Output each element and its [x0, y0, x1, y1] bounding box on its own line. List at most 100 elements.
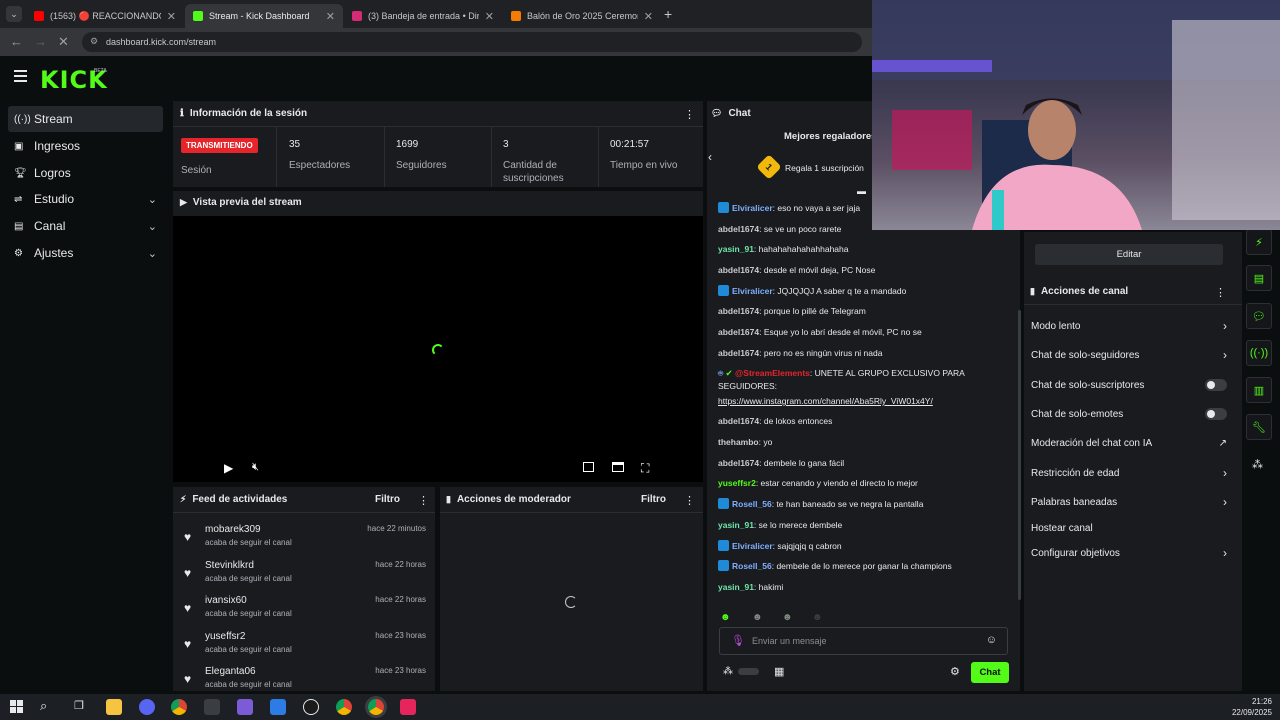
- toggle-switch[interactable]: [1205, 408, 1227, 420]
- gear-icon[interactable]: ⚙: [950, 665, 960, 678]
- taskbar-clock[interactable]: 21:26 22/09/2025: [1232, 696, 1272, 718]
- more-options-icon[interactable]: ⋮: [684, 108, 695, 121]
- browser-tab-instagram[interactable]: (3) Bandeja de entrada • Direct ✕: [344, 4, 502, 28]
- pip-icon[interactable]: [583, 462, 594, 472]
- tiktok-icon[interactable]: [400, 699, 416, 715]
- chat-send-button[interactable]: Chat: [971, 662, 1009, 683]
- more-options-icon[interactable]: ⋮: [684, 494, 695, 507]
- filter-button[interactable]: Filtro: [375, 494, 400, 505]
- points-icon[interactable]: ⁂: [723, 666, 733, 677]
- obs-icon[interactable]: [303, 699, 319, 715]
- chat-user[interactable]: Elviralicer: [732, 286, 773, 296]
- emote-icon[interactable]: ☻: [752, 612, 763, 623]
- emote-icon[interactable]: ☻: [720, 612, 731, 623]
- channel-action-item[interactable]: Chat de solo-suscriptores: [1031, 377, 1227, 393]
- rail-broadcast-button[interactable]: ((·)): [1246, 340, 1272, 366]
- forward-arrow-icon[interactable]: →: [34, 34, 47, 49]
- more-options-icon[interactable]: ⋮: [1215, 286, 1226, 299]
- calculator-icon[interactable]: [204, 699, 220, 715]
- points-toggle[interactable]: [738, 668, 759, 675]
- hamburger-menu-icon[interactable]: [14, 70, 27, 82]
- more-options-icon[interactable]: ⋮: [418, 494, 429, 507]
- chat-user[interactable]: abdel1674: [718, 458, 759, 468]
- chat-user[interactable]: yasin_91: [718, 244, 754, 254]
- close-icon[interactable]: ✕: [644, 10, 653, 23]
- sidebar-item-ingresos[interactable]: ▣ Ingresos: [8, 133, 163, 159]
- chat-user[interactable]: Elviralicer: [732, 203, 773, 213]
- play-icon[interactable]: ▶: [224, 461, 233, 475]
- new-tab-button[interactable]: +: [664, 6, 672, 22]
- channel-action-item[interactable]: Modo lento ›: [1031, 318, 1227, 334]
- site-info-icon[interactable]: ⚙: [90, 36, 98, 47]
- channel-action-item[interactable]: Hostear canal: [1031, 520, 1227, 536]
- chat-user[interactable]: abdel1674: [718, 327, 759, 337]
- fullscreen-icon[interactable]: ⛶: [641, 461, 649, 476]
- app-icon[interactable]: [237, 699, 253, 715]
- feed-user[interactable]: ivansix60: [205, 595, 247, 606]
- filter-button[interactable]: Filtro: [641, 494, 666, 505]
- back-arrow-icon[interactable]: ←: [10, 34, 23, 49]
- chrome-icon[interactable]: [336, 699, 352, 715]
- feed-user[interactable]: yuseffsr2: [205, 631, 245, 642]
- chat-link[interactable]: https://www.instagram.com/channel/Aba5Rl…: [718, 395, 1018, 408]
- chat-user[interactable]: yasin_91: [718, 582, 754, 592]
- chat-user[interactable]: abdel1674: [718, 265, 759, 275]
- channel-action-item[interactable]: Palabras baneadas ›: [1031, 494, 1227, 510]
- rail-pages-button[interactable]: ▤: [1246, 265, 1272, 291]
- url-field[interactable]: ⚙ dashboard.kick.com/stream: [82, 32, 862, 52]
- file-explorer-icon[interactable]: [106, 699, 122, 715]
- channel-action-item[interactable]: Moderación del chat con IA ↗: [1031, 435, 1227, 451]
- chat-user[interactable]: abdel1674: [718, 306, 759, 316]
- sidebar-item-logros[interactable]: 🏆︎ Logros: [8, 160, 163, 186]
- chat-user[interactable]: yuseffsr2: [718, 478, 756, 488]
- mute-icon[interactable]: 🔇︎: [252, 461, 259, 474]
- rail-more-icon[interactable]: ⁂: [1252, 458, 1263, 471]
- theater-mode-icon[interactable]: [612, 462, 624, 472]
- store-icon[interactable]: ▦: [774, 665, 784, 678]
- search-icon[interactable]: ⌕: [40, 698, 47, 714]
- chat-scrollbar[interactable]: [1018, 310, 1021, 600]
- emoji-icon[interactable]: ☺: [986, 634, 997, 646]
- emote-icon[interactable]: ☻: [812, 612, 823, 623]
- chat-input[interactable]: 🎙︎ Enviar un mensaje ☺: [719, 627, 1008, 655]
- chat-user[interactable]: abdel1674: [718, 416, 759, 426]
- close-icon[interactable]: ✕: [167, 10, 176, 23]
- feed-user[interactable]: Stevinklkrd: [205, 560, 254, 571]
- channel-action-item[interactable]: Restricción de edad ›: [1031, 465, 1227, 481]
- app-icon[interactable]: [270, 699, 286, 715]
- channel-action-item[interactable]: Chat de solo-emotes: [1031, 406, 1227, 422]
- rail-chat-button[interactable]: 💬︎: [1246, 303, 1272, 329]
- chrome-icon[interactable]: [368, 699, 384, 715]
- chat-user[interactable]: Rosell_56: [732, 499, 772, 509]
- windows-start-icon[interactable]: [10, 700, 23, 713]
- tab-list-button[interactable]: ⌄: [6, 6, 22, 22]
- discord-icon[interactable]: [139, 699, 155, 715]
- chat-user[interactable]: abdel1674: [718, 348, 759, 358]
- channel-action-item[interactable]: Configurar objetivos ›: [1031, 545, 1227, 561]
- browser-tab-youtube[interactable]: (1563) 🔴 REACCIONANDO A I ✕: [26, 4, 184, 28]
- close-icon[interactable]: ✕: [326, 10, 335, 23]
- chat-user[interactable]: @StreamElements: [735, 368, 810, 378]
- emote-icon[interactable]: ☻: [782, 612, 793, 623]
- browser-tab-kick[interactable]: Stream - Kick Dashboard ✕: [185, 4, 343, 28]
- feed-user[interactable]: Eleganta06: [205, 666, 256, 677]
- close-icon[interactable]: ✕: [485, 10, 494, 23]
- edit-button[interactable]: Editar: [1035, 244, 1223, 265]
- rail-layout-button[interactable]: ▥: [1246, 377, 1272, 403]
- microphone-icon[interactable]: 🎙︎: [731, 634, 745, 647]
- chat-user[interactable]: yasin_91: [718, 520, 754, 530]
- sidebar-item-ajustes[interactable]: ⚙ Ajustes ⌄: [8, 240, 163, 266]
- stop-loading-icon[interactable]: ✕: [58, 34, 69, 50]
- toggle-switch[interactable]: [1205, 379, 1227, 391]
- collapse-icon[interactable]: ▬: [857, 186, 866, 196]
- task-view-icon[interactable]: ❐: [74, 699, 84, 712]
- rail-bolt-button[interactable]: ⚡︎: [1246, 229, 1272, 255]
- sidebar-item-stream[interactable]: ((·)) Stream: [8, 106, 163, 132]
- chat-user[interactable]: Elviralicer: [732, 541, 773, 551]
- browser-tab-blog[interactable]: Balón de Oro 2025 Ceremonia E ✕: [503, 4, 661, 28]
- chat-user[interactable]: thehambo: [718, 437, 759, 447]
- chevron-left-icon[interactable]: ‹: [708, 150, 712, 164]
- chat-user[interactable]: Rosell_56: [732, 561, 772, 571]
- channel-action-item[interactable]: Chat de solo-seguidores ›: [1031, 347, 1227, 363]
- rail-tools-button[interactable]: 🔧︎: [1246, 414, 1272, 440]
